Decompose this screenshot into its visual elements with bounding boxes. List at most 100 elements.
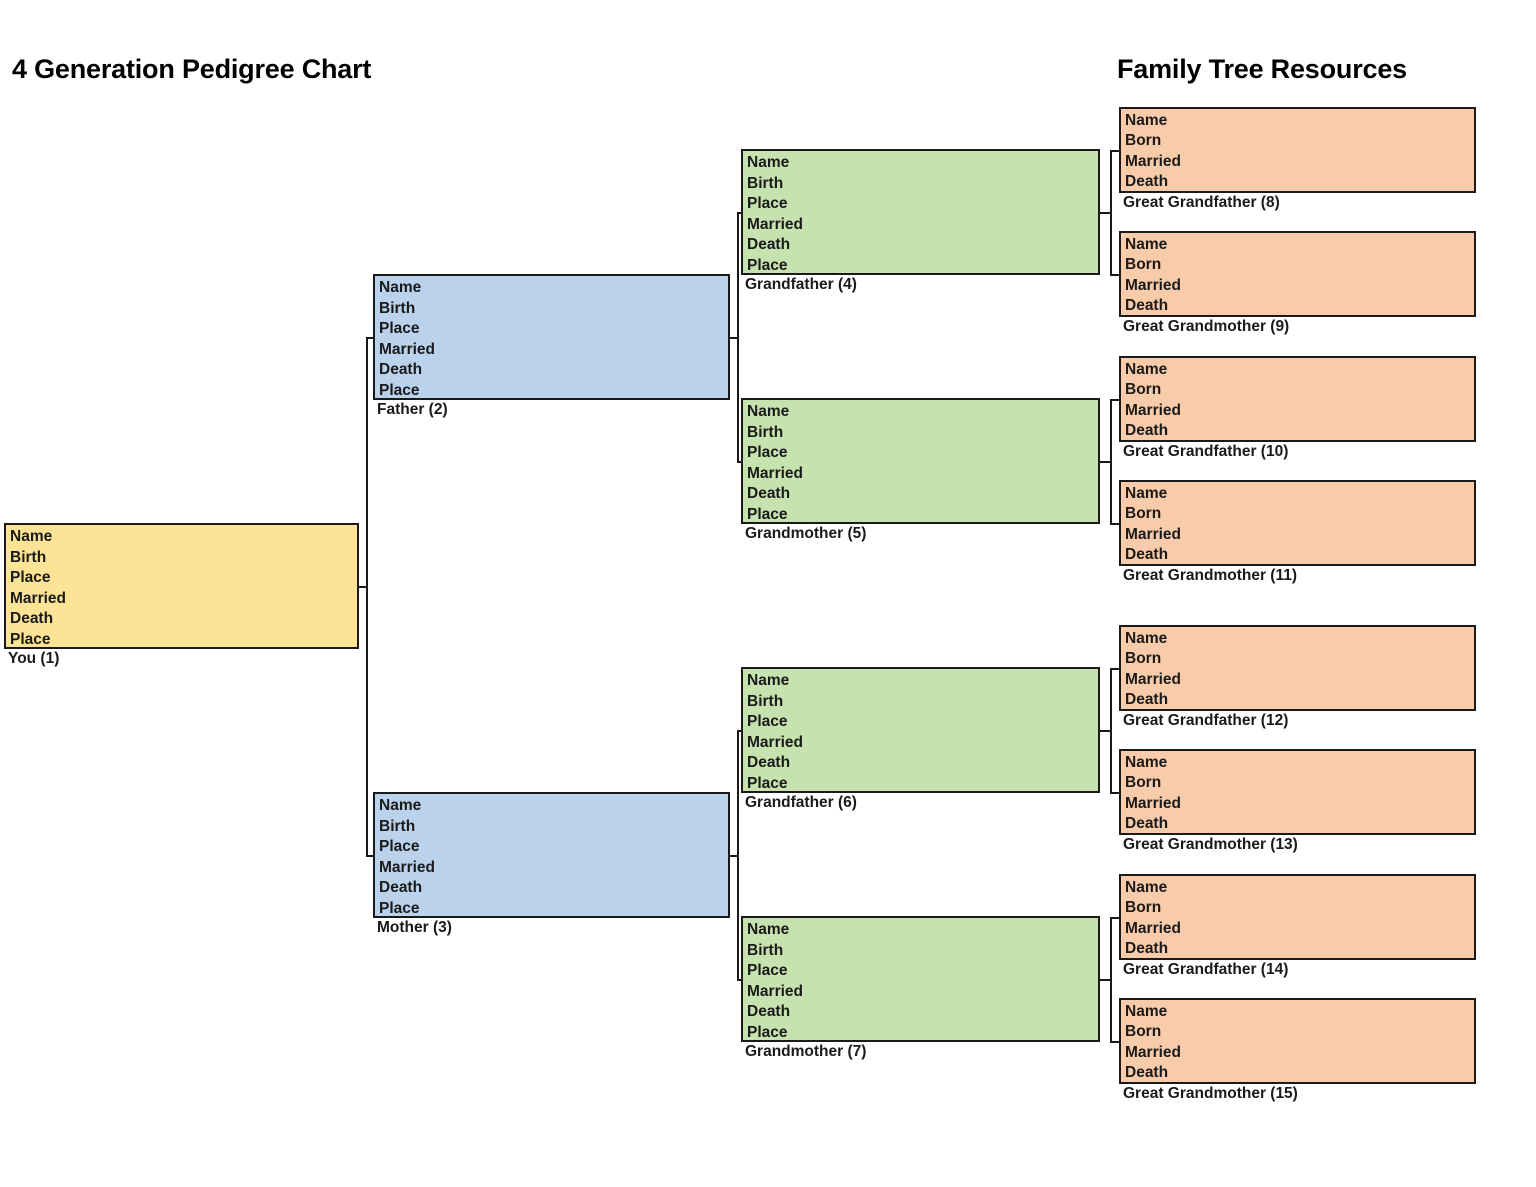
person-5-field-married-3[interactable]: Married	[747, 464, 1098, 485]
person-15-field-name-0[interactable]: Name	[1125, 1002, 1474, 1022]
person-box-1[interactable]: Name Birth Place Married Death Place	[4, 523, 359, 649]
person-7-field-birth-1[interactable]: Birth	[747, 941, 1098, 962]
page-title: 4 Generation Pedigree Chart	[12, 54, 372, 84]
person-5-field-name-0[interactable]: Name	[747, 402, 1098, 423]
person-10-field-death-3[interactable]: Death	[1125, 421, 1474, 441]
person-6-field-married-3[interactable]: Married	[747, 733, 1098, 754]
person-3-field-death-4[interactable]: Death	[379, 878, 728, 899]
person-11-field-married-2[interactable]: Married	[1125, 525, 1474, 545]
conn-5-to-great-stub	[1100, 461, 1110, 463]
person-8-field-death-3[interactable]: Death	[1125, 172, 1474, 192]
person-box-10[interactable]: Name Born Married Death	[1119, 356, 1476, 442]
person-6-field-place-2[interactable]: Place	[747, 712, 1098, 733]
person-1-field-place-2[interactable]: Place	[10, 568, 357, 589]
conn-7-to-great-stub	[1100, 979, 1110, 981]
person-box-5[interactable]: Name Birth Place Married Death Place	[741, 398, 1100, 524]
person-box-7[interactable]: Name Birth Place Married Death Place	[741, 916, 1100, 1042]
person-12-field-name-0[interactable]: Name	[1125, 629, 1474, 649]
person-10-field-name-0[interactable]: Name	[1125, 360, 1474, 380]
person-1-field-death-4[interactable]: Death	[10, 609, 357, 630]
conn-6-to-great-stub	[1100, 730, 1110, 732]
person-1-field-name-0[interactable]: Name	[10, 527, 357, 548]
person-6-field-place-5[interactable]: Place	[747, 774, 1098, 795]
person-box-12[interactable]: Name Born Married Death	[1119, 625, 1476, 711]
person-12-field-death-3[interactable]: Death	[1125, 690, 1474, 710]
person-4-field-name-0[interactable]: Name	[747, 153, 1098, 174]
person-6-field-name-0[interactable]: Name	[747, 671, 1098, 692]
person-7-field-death-4[interactable]: Death	[747, 1002, 1098, 1023]
person-8-field-married-2[interactable]: Married	[1125, 152, 1474, 172]
person-12-field-born-1[interactable]: Born	[1125, 649, 1474, 669]
person-11-field-born-1[interactable]: Born	[1125, 504, 1474, 524]
person-1-field-married-3[interactable]: Married	[10, 589, 357, 610]
person-4-field-death-4[interactable]: Death	[747, 235, 1098, 256]
person-box-14[interactable]: Name Born Married Death	[1119, 874, 1476, 960]
person-15-field-death-3[interactable]: Death	[1125, 1063, 1474, 1083]
person-box-4[interactable]: Name Birth Place Married Death Place	[741, 149, 1100, 275]
person-box-2[interactable]: Name Birth Place Married Death Place	[373, 274, 730, 400]
conn-1-to-parents-arm-top	[366, 337, 373, 339]
person-5-field-birth-1[interactable]: Birth	[747, 423, 1098, 444]
person-13-field-death-3[interactable]: Death	[1125, 814, 1474, 834]
person-13-field-married-2[interactable]: Married	[1125, 794, 1474, 814]
person-6-field-birth-1[interactable]: Birth	[747, 692, 1098, 713]
person-4-field-married-3[interactable]: Married	[747, 215, 1098, 236]
person-14-field-born-1[interactable]: Born	[1125, 898, 1474, 918]
person-3-field-place-2[interactable]: Place	[379, 837, 728, 858]
person-box-6[interactable]: Name Birth Place Married Death Place	[741, 667, 1100, 793]
person-4-field-place-5[interactable]: Place	[747, 256, 1098, 277]
person-3-field-name-0[interactable]: Name	[379, 796, 728, 817]
person-9-field-death-3[interactable]: Death	[1125, 296, 1474, 316]
person-box-13[interactable]: Name Born Married Death	[1119, 749, 1476, 835]
person-1-field-birth-1[interactable]: Birth	[10, 548, 357, 569]
person-box-9[interactable]: Name Born Married Death	[1119, 231, 1476, 317]
person-10-field-married-2[interactable]: Married	[1125, 401, 1474, 421]
person-5-field-place-2[interactable]: Place	[747, 443, 1098, 464]
person-9-field-married-2[interactable]: Married	[1125, 276, 1474, 296]
person-2-field-married-3[interactable]: Married	[379, 340, 728, 361]
person-9-fields: Name Born Married Death	[1125, 235, 1474, 317]
person-8-field-born-1[interactable]: Born	[1125, 131, 1474, 151]
person-13-fields: Name Born Married Death	[1125, 753, 1474, 835]
person-2-field-name-0[interactable]: Name	[379, 278, 728, 299]
person-9-field-born-1[interactable]: Born	[1125, 255, 1474, 275]
person-2-field-death-4[interactable]: Death	[379, 360, 728, 381]
person-7-field-married-3[interactable]: Married	[747, 982, 1098, 1003]
person-4-field-birth-1[interactable]: Birth	[747, 174, 1098, 195]
person-box-11[interactable]: Name Born Married Death	[1119, 480, 1476, 566]
person-12-field-married-2[interactable]: Married	[1125, 670, 1474, 690]
person-box-8[interactable]: Name Born Married Death	[1119, 107, 1476, 193]
person-10-field-born-1[interactable]: Born	[1125, 380, 1474, 400]
person-4-field-place-2[interactable]: Place	[747, 194, 1098, 215]
person-2-field-place-5[interactable]: Place	[379, 381, 728, 402]
person-13-field-name-0[interactable]: Name	[1125, 753, 1474, 773]
person-box-15[interactable]: Name Born Married Death	[1119, 998, 1476, 1084]
conn-1-to-parents-spine	[366, 337, 368, 855]
person-2-field-place-2[interactable]: Place	[379, 319, 728, 340]
person-3-field-birth-1[interactable]: Birth	[379, 817, 728, 838]
person-5-field-death-4[interactable]: Death	[747, 484, 1098, 505]
person-11-field-death-3[interactable]: Death	[1125, 545, 1474, 565]
person-3-field-place-5[interactable]: Place	[379, 899, 728, 920]
conn-4-to-great-spine	[1110, 150, 1112, 274]
conn-6-to-great-arm-top	[1110, 668, 1119, 670]
person-1-field-place-5[interactable]: Place	[10, 630, 357, 651]
person-15-field-married-2[interactable]: Married	[1125, 1043, 1474, 1063]
person-14-fields: Name Born Married Death	[1125, 878, 1474, 960]
person-11-field-name-0[interactable]: Name	[1125, 484, 1474, 504]
person-14-field-death-3[interactable]: Death	[1125, 939, 1474, 959]
person-8-field-name-0[interactable]: Name	[1125, 111, 1474, 131]
person-5-field-place-5[interactable]: Place	[747, 505, 1098, 526]
person-7-field-place-5[interactable]: Place	[747, 1023, 1098, 1044]
person-3-field-married-3[interactable]: Married	[379, 858, 728, 879]
person-9-field-name-0[interactable]: Name	[1125, 235, 1474, 255]
person-14-field-married-2[interactable]: Married	[1125, 919, 1474, 939]
person-6-field-death-4[interactable]: Death	[747, 753, 1098, 774]
person-box-3[interactable]: Name Birth Place Married Death Place	[373, 792, 730, 918]
person-7-field-place-2[interactable]: Place	[747, 961, 1098, 982]
person-2-field-birth-1[interactable]: Birth	[379, 299, 728, 320]
person-14-field-name-0[interactable]: Name	[1125, 878, 1474, 898]
person-15-field-born-1[interactable]: Born	[1125, 1022, 1474, 1042]
person-13-field-born-1[interactable]: Born	[1125, 773, 1474, 793]
person-7-field-name-0[interactable]: Name	[747, 920, 1098, 941]
